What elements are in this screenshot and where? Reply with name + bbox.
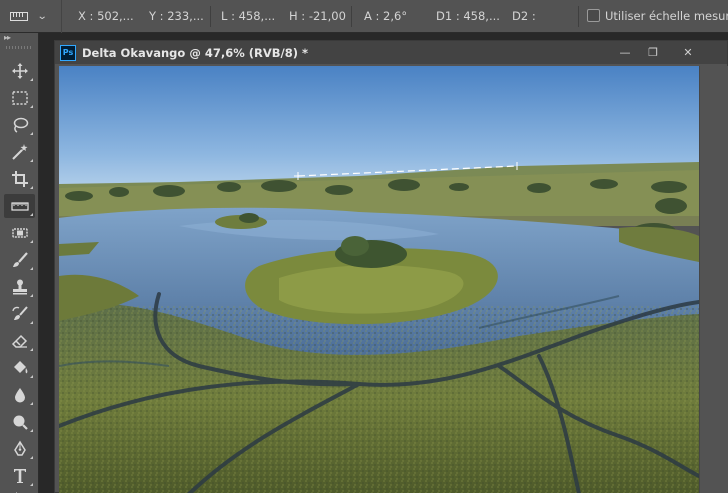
document-title: Delta Okavango @ 47,6% (RVB/8) *: [82, 45, 308, 60]
submenu-indicator: [30, 213, 33, 216]
measure-h: H : -21,00: [289, 9, 346, 23]
close-button[interactable]: ✕: [673, 41, 703, 64]
rect-marquee-icon: [11, 91, 28, 105]
submenu-indicator: [30, 483, 33, 486]
separator: [210, 6, 211, 27]
stamp-tool[interactable]: [4, 275, 35, 299]
bandage-icon: [11, 228, 28, 238]
use-measurement-scale-label: Utiliser échelle mesure: [605, 9, 728, 23]
crop-tool[interactable]: [4, 167, 35, 191]
submenu-indicator: [30, 321, 33, 324]
type-tool[interactable]: [4, 464, 35, 488]
stamp-icon: [12, 279, 27, 295]
history-brush-tool[interactable]: [4, 302, 35, 326]
measure-d1: D1 : 458,...: [436, 9, 500, 23]
brush-icon: [12, 252, 28, 267]
image-canvas[interactable]: [59, 66, 699, 493]
submenu-indicator: [30, 267, 33, 270]
submenu-indicator: [30, 186, 33, 189]
tools-panel: ▸▸: [0, 33, 39, 493]
brush-tool[interactable]: [4, 248, 35, 272]
separator: [578, 6, 579, 27]
type-icon: [13, 469, 26, 483]
minimize-icon: —: [619, 46, 631, 59]
photoshop-logo-icon: Ps: [60, 44, 76, 61]
panel-grip[interactable]: [6, 46, 33, 49]
lasso-tool[interactable]: [4, 113, 35, 137]
collapse-panel-button[interactable]: ▸▸: [4, 33, 35, 43]
pen-tool[interactable]: [4, 437, 35, 461]
submenu-indicator: [30, 105, 33, 108]
crop-icon: [11, 171, 28, 187]
eraser-icon: [11, 334, 27, 348]
dodge-icon: [13, 415, 28, 430]
bucket-icon: [13, 361, 27, 374]
path-select-tool[interactable]: [4, 487, 35, 493]
submenu-indicator: [30, 78, 33, 81]
submenu-indicator: [30, 402, 33, 405]
eraser-tool[interactable]: [4, 329, 35, 353]
submenu-indicator: [30, 348, 33, 351]
restore-button[interactable]: ❐: [638, 41, 668, 64]
submenu-indicator: [30, 456, 33, 459]
lasso-icon: [13, 117, 28, 133]
measure-y: Y : 233,...: [149, 9, 204, 23]
marquee-tool[interactable]: [4, 86, 35, 110]
tool-preset-picker[interactable]: ⌄: [0, 0, 62, 33]
drop-icon: [14, 388, 25, 403]
options-bar: ⌄ X : 502,... Y : 233,... L : 458,... H …: [0, 0, 728, 33]
submenu-indicator: [30, 132, 33, 135]
move-icon: [11, 63, 28, 79]
submenu-indicator: [30, 429, 33, 432]
submenu-indicator: [30, 375, 33, 378]
document-tab[interactable]: Ps Delta Okavango @ 47,6% (RVB/8) * — ❐ …: [55, 41, 727, 64]
quick-select-tool[interactable]: [4, 140, 35, 164]
use-measurement-scale-checkbox[interactable]: [587, 9, 600, 22]
canvas-pasteboard: [699, 66, 728, 493]
measure-l: L : 458,...: [221, 9, 276, 23]
chevron-down-icon: ⌄: [36, 10, 48, 22]
dodge-tool[interactable]: [4, 410, 35, 434]
magic-wand-icon: [11, 144, 27, 160]
blur-tool[interactable]: [4, 383, 35, 407]
ruler-icon: [10, 202, 29, 211]
separator: [351, 6, 352, 27]
paint-bucket-tool[interactable]: [4, 356, 35, 380]
submenu-indicator: [30, 294, 33, 297]
okavango-delta-photo: [59, 66, 699, 493]
pen-icon: [13, 440, 26, 456]
healing-tool[interactable]: [4, 221, 35, 245]
restore-icon: ❐: [648, 46, 658, 59]
ruler-icon: [10, 11, 28, 21]
minimize-button[interactable]: —: [610, 41, 640, 64]
measure-x: X : 502,...: [78, 9, 134, 23]
measure-angle: A : 2,6°: [364, 9, 408, 23]
measure-d2: D2 :: [512, 9, 536, 23]
close-icon: ✕: [683, 46, 693, 59]
move-tool[interactable]: [4, 59, 35, 83]
submenu-indicator: [30, 159, 33, 162]
ruler-tool[interactable]: [4, 194, 35, 218]
submenu-indicator: [30, 240, 33, 243]
document-window: Ps Delta Okavango @ 47,6% (RVB/8) * — ❐ …: [54, 40, 728, 493]
history-brush-icon: [11, 306, 28, 320]
